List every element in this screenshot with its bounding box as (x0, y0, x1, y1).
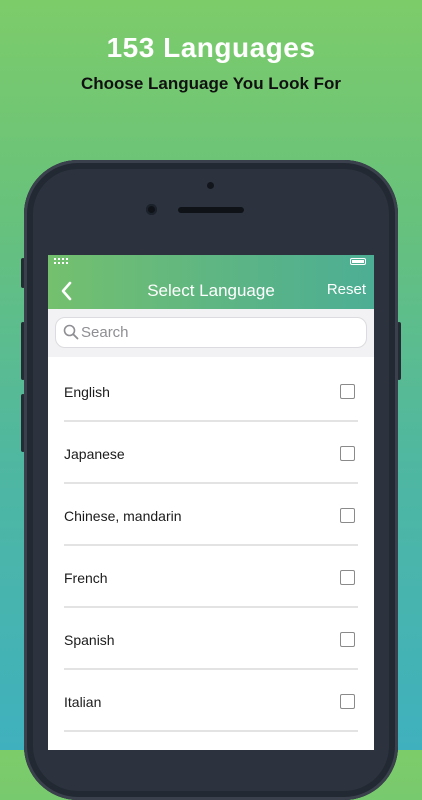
language-checkbox[interactable] (340, 384, 355, 399)
back-button[interactable] (56, 279, 78, 303)
battery-icon (350, 258, 366, 265)
search-bar-container (48, 309, 374, 357)
language-checkbox[interactable] (340, 632, 355, 647)
language-item-italian[interactable]: Italian (48, 670, 374, 732)
phone-sensor (207, 182, 214, 189)
language-name: Spanish (64, 632, 115, 648)
language-item-japanese[interactable]: Japanese (48, 422, 374, 484)
phone-speaker (178, 207, 244, 213)
promo-subtitle: Choose Language You Look For (80, 74, 342, 93)
language-checkbox[interactable] (340, 508, 355, 523)
phone-screen: Select Language Reset English Japanese C… (48, 255, 374, 750)
language-name: French (64, 570, 108, 586)
language-name: Japanese (64, 446, 125, 462)
nav-bar: Select Language Reset (48, 255, 374, 309)
language-item-spanish[interactable]: Spanish (48, 608, 374, 670)
language-checkbox[interactable] (340, 446, 355, 461)
search-box[interactable] (55, 317, 367, 348)
chevron-left-icon (61, 281, 72, 301)
search-icon (63, 324, 79, 340)
promo-title: 153 Languages (106, 32, 316, 63)
language-name: Italian (64, 694, 102, 710)
status-bar (48, 255, 374, 269)
divider (64, 730, 358, 732)
phone-front-camera (146, 204, 157, 215)
reset-button[interactable]: Reset (327, 281, 366, 298)
language-checkbox[interactable] (340, 570, 355, 585)
language-item-chinese-mandarin[interactable]: Chinese, mandarin (48, 484, 374, 546)
search-input[interactable] (81, 320, 351, 345)
language-item-french[interactable]: French (48, 546, 374, 608)
language-checkbox[interactable] (340, 694, 355, 709)
language-name: Chinese, mandarin (64, 508, 182, 524)
language-list: English Japanese Chinese, mandarin Frenc… (48, 360, 374, 732)
signal-icon (54, 258, 68, 266)
language-item-english[interactable]: English (48, 360, 374, 422)
page-title: Select Language (147, 281, 275, 300)
language-name: English (64, 384, 110, 400)
